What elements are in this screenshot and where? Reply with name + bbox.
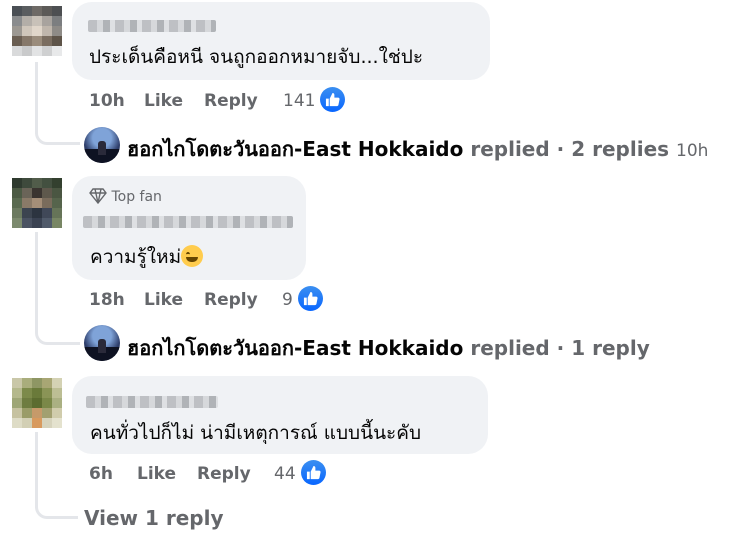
like-thumb-icon[interactable] xyxy=(301,460,326,485)
reaction-count[interactable]: 141 xyxy=(283,91,315,111)
like-thumb-icon[interactable] xyxy=(298,286,323,311)
thread-elbow xyxy=(35,120,80,145)
badge-label: Top fan xyxy=(111,189,162,205)
reply-time: 10h xyxy=(676,141,709,161)
commenter-avatar[interactable] xyxy=(12,378,62,428)
grinning-sweat-emoji-icon xyxy=(181,245,204,267)
reply-button[interactable]: Reply xyxy=(204,91,258,111)
view-replies-link[interactable]: View 1 reply xyxy=(84,506,224,530)
commenter-name-blurred[interactable] xyxy=(86,396,218,408)
replier-avatar[interactable] xyxy=(84,127,120,163)
thread-elbow xyxy=(35,320,80,345)
reply-button[interactable]: Reply xyxy=(204,290,258,310)
replier-avatar[interactable] xyxy=(84,325,120,361)
replied-text: replied xyxy=(470,137,550,161)
reaction-count[interactable]: 9 xyxy=(282,290,293,310)
like-button[interactable]: Like xyxy=(144,290,183,310)
top-fan-badge: Top fan xyxy=(89,188,162,205)
comment-text: ประเด็นคือหนี จนถูกออกหมายจับ...ใช่ปะ xyxy=(89,46,424,68)
view-replies-link[interactable]: ฮอกไกโดตะวันออก-East Hokkaido replied · … xyxy=(127,332,650,364)
comment-text: ความรู้ใหม่ xyxy=(90,242,204,272)
like-thumb-icon[interactable] xyxy=(320,87,345,112)
thread-line xyxy=(35,232,38,332)
view-replies-link[interactable]: ฮอกไกโดตะวันออก-East Hokkaido replied · … xyxy=(127,133,708,165)
comment-time[interactable]: 10h xyxy=(89,91,125,111)
commenter-avatar[interactable] xyxy=(12,6,62,56)
comment-bubble: Top fan ความรู้ใหม่ xyxy=(72,176,306,280)
replier-name: ฮอกไกโดตะวันออก-East Hokkaido xyxy=(127,137,464,161)
like-button[interactable]: Like xyxy=(137,464,176,484)
commenter-name-blurred[interactable] xyxy=(88,20,216,32)
comment-time[interactable]: 6h xyxy=(89,464,113,484)
reply-count: 1 reply xyxy=(571,336,650,360)
separator-dot: · xyxy=(556,137,565,161)
reply-button[interactable]: Reply xyxy=(197,464,251,484)
like-button[interactable]: Like xyxy=(144,91,183,111)
commenter-avatar[interactable] xyxy=(12,178,62,228)
diamond-icon xyxy=(89,188,107,205)
reaction-count[interactable]: 44 xyxy=(274,464,296,484)
comment-text: คนทั่วไปก็ไม่ น่ามีเหตุการณ์ แบบนี้นะคับ xyxy=(90,422,422,444)
comment-bubble: คนทั่วไปก็ไม่ น่ามีเหตุการณ์ แบบนี้นะคับ xyxy=(72,376,488,454)
commenter-name-blurred[interactable] xyxy=(83,216,293,228)
separator-dot: · xyxy=(556,336,565,360)
reply-count: 2 replies xyxy=(571,137,670,161)
thread-elbow xyxy=(35,494,78,519)
replier-name: ฮอกไกโดตะวันออก-East Hokkaido xyxy=(127,336,464,360)
replied-text: replied xyxy=(470,336,550,360)
comment-bubble: ประเด็นคือหนี จนถูกออกหมายจับ...ใช่ปะ xyxy=(72,2,490,80)
comment-time[interactable]: 18h xyxy=(89,290,125,310)
